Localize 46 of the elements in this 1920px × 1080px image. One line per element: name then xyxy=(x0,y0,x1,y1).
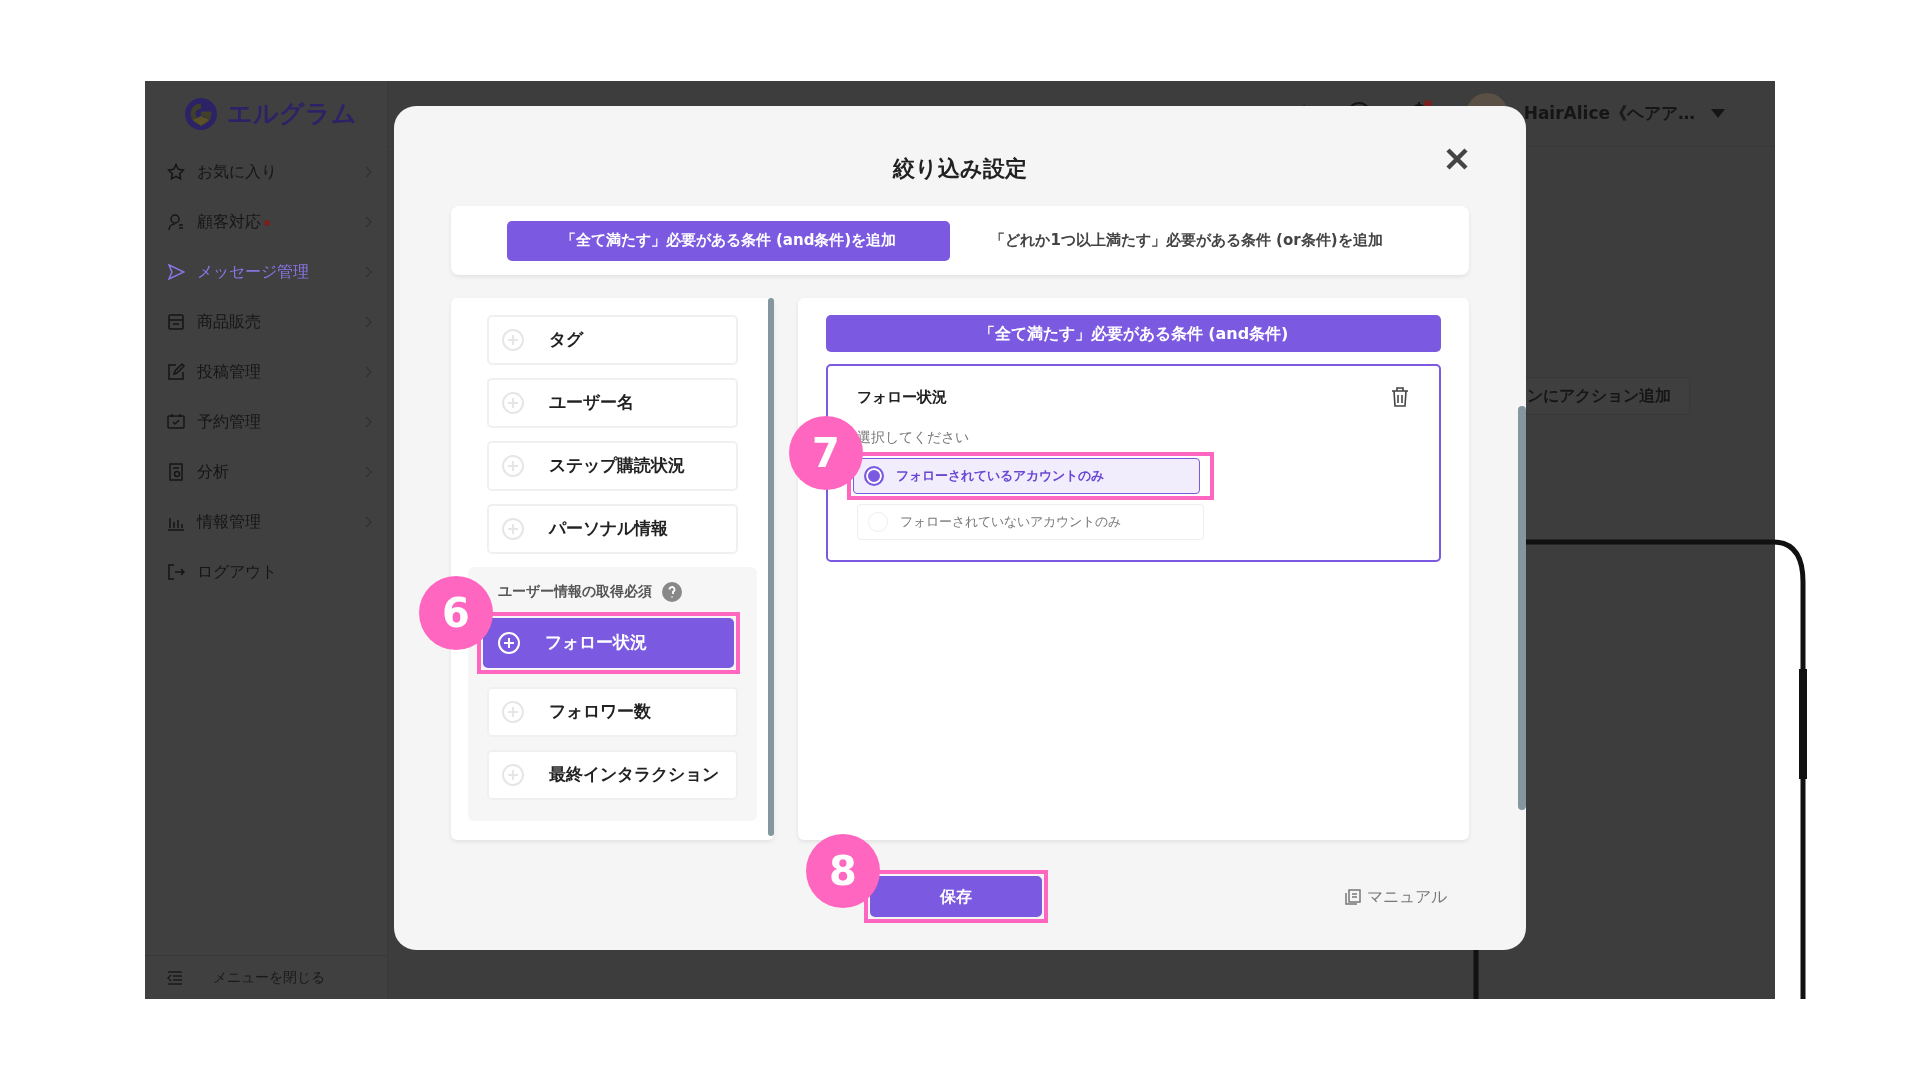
condition-type-button[interactable]: ステップ購読状況 xyxy=(487,441,738,491)
condition-type-button[interactable]: 最終インタラクション xyxy=(487,750,738,800)
plus-circle-icon xyxy=(497,631,521,655)
logout-icon xyxy=(167,563,185,581)
plus-circle-icon xyxy=(501,454,525,478)
condition-type-button[interactable]: フォロワー数 xyxy=(487,687,738,737)
trash-icon[interactable] xyxy=(1391,387,1409,408)
report-icon xyxy=(167,463,185,481)
plus-circle-icon xyxy=(501,517,525,541)
store-icon xyxy=(167,313,185,331)
condition-tab[interactable]: 「どれか1つ以上満たす」必要がある条件 (or条件)を追加 xyxy=(960,220,1413,261)
logo-icon xyxy=(183,96,219,132)
plus-circle-icon xyxy=(501,328,525,352)
condition-set-header: 「全て満たす」必要がある条件 (and条件) xyxy=(826,315,1441,352)
collapse-menu-icon xyxy=(167,970,183,985)
radio-option[interactable]: フォローされていないアカウントのみ xyxy=(857,503,1204,540)
star-icon xyxy=(167,163,185,181)
save-button[interactable]: 保存 xyxy=(870,876,1042,917)
alert-dot xyxy=(264,219,270,226)
calendar-icon xyxy=(167,413,185,431)
condition-type-button[interactable]: パーソナル情報 xyxy=(487,504,738,554)
person-icon xyxy=(167,213,185,231)
dialog-title: 絞り込み設定 xyxy=(893,155,1027,183)
condition-type-button[interactable]: タグ xyxy=(487,315,738,365)
caret-icon[interactable] xyxy=(1711,109,1725,118)
plus-circle-icon xyxy=(501,700,525,724)
book-icon xyxy=(1345,888,1361,905)
sidebar-item[interactable]: メッセージ管理 xyxy=(145,247,387,297)
condition-title: フォロー状況 xyxy=(857,387,947,408)
manual-link[interactable]: マニュアル xyxy=(1339,883,1453,910)
condition-tab[interactable]: 「全て満たす」必要がある条件 (and条件)を追加 xyxy=(507,220,950,261)
close-icon xyxy=(1445,147,1469,172)
radio-option[interactable]: フォローされているアカウントのみ xyxy=(853,457,1200,494)
help-icon[interactable] xyxy=(662,581,682,602)
plus-circle-icon xyxy=(501,763,525,787)
scrollbar[interactable] xyxy=(1518,406,1526,810)
scrollbar[interactable] xyxy=(768,298,774,836)
edit-icon xyxy=(167,363,185,381)
send-icon xyxy=(167,263,185,281)
step-number-marker: 8 xyxy=(806,834,880,908)
condition-type-button[interactable]: ユーザー名 xyxy=(487,378,738,428)
condition-type-button[interactable]: フォロー状況 xyxy=(483,618,734,668)
plus-circle-icon xyxy=(501,391,525,415)
group-title: ユーザー情報の取得必須 xyxy=(498,582,652,601)
step-number-marker: 6 xyxy=(419,576,493,650)
close-button[interactable] xyxy=(1444,146,1470,172)
